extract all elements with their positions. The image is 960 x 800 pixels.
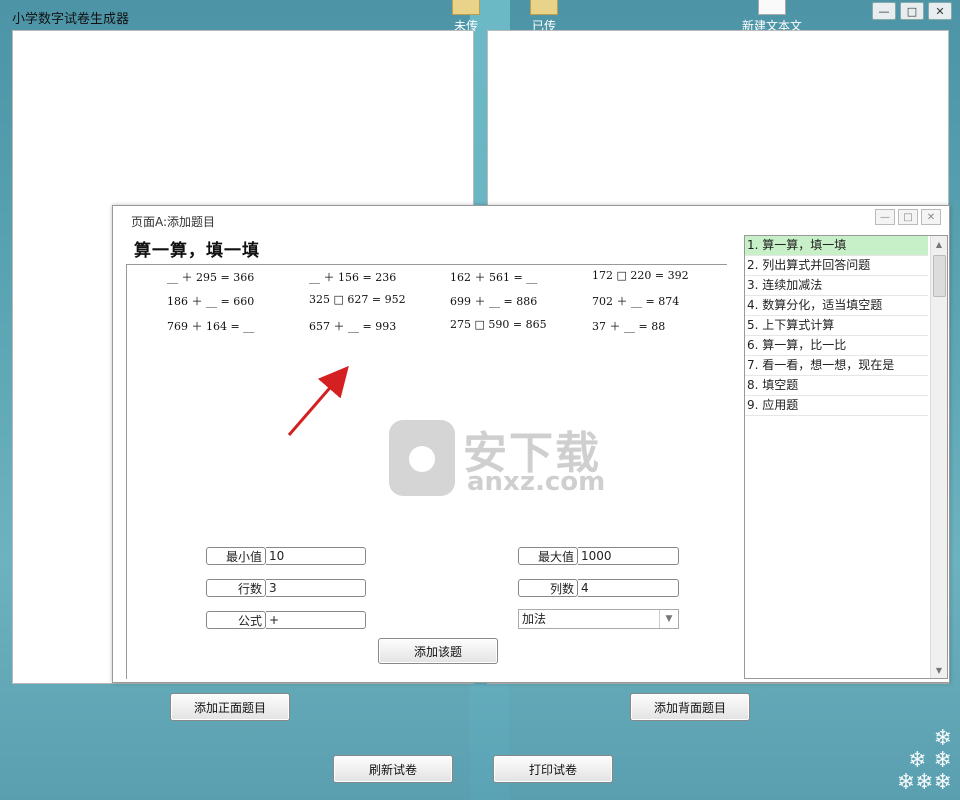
scroll-down-icon[interactable]: ▼: [931, 662, 947, 678]
folder-icon: [530, 0, 558, 15]
maximize-button[interactable]: □: [900, 2, 924, 20]
close-button[interactable]: ✕: [928, 2, 952, 20]
min-value-input[interactable]: 10: [266, 547, 366, 565]
equation: 172 □ 220 = 392: [592, 269, 689, 282]
section-title: 算一算，填一填: [134, 241, 260, 261]
formula-label: 公式: [206, 611, 266, 629]
max-value-input[interactable]: 1000: [578, 547, 679, 565]
refresh-paper-button[interactable]: 刷新试卷: [333, 755, 453, 783]
equation: 162 ＋ 561 = __: [450, 271, 538, 284]
list-item[interactable]: 3. 连续加减法: [745, 276, 928, 296]
add-question-dialog: 页面A:添加题目 — □ ✕ 算一算，填一填 __ ＋ 295 = 366 __…: [112, 205, 950, 683]
list-item[interactable]: 1. 算一算，填一填: [745, 236, 928, 256]
snowflake-decoration: ❄ ❄ ❄ ❄❄❄: [896, 726, 952, 795]
question-preview: __ ＋ 295 = 366 __ ＋ 156 = 236 162 ＋ 561 …: [126, 264, 727, 679]
equation: __ ＋ 156 = 236: [309, 271, 397, 284]
equation: 699 ＋ __ = 886: [450, 295, 538, 308]
operation-select[interactable]: 加法 ▼: [518, 609, 679, 629]
equation: 702 ＋ __ = 874: [592, 295, 680, 308]
equation: 769 ＋ 164 = __: [167, 320, 255, 333]
equation: 275 □ 590 = 865: [450, 318, 547, 331]
app-title: 小学数字试卷生成器: [12, 12, 130, 27]
operation-selected-value: 加法: [522, 612, 547, 626]
rows-input[interactable]: 3: [266, 579, 366, 597]
list-item[interactable]: 7. 看一看，想一想，现在是: [745, 356, 928, 376]
rows-label: 行数: [206, 579, 266, 597]
formula-input[interactable]: +: [266, 611, 366, 629]
dialog-close-button[interactable]: ✕: [921, 209, 941, 225]
min-value-label: 最小值: [206, 547, 266, 565]
list-item[interactable]: 8. 填空题: [745, 376, 928, 396]
watermark-domain: anxz.com: [467, 467, 606, 497]
dialog-maximize-button[interactable]: □: [898, 209, 918, 225]
desktop-icon-textfile[interactable]: 新建文本文: [742, 0, 802, 34]
scroll-up-icon[interactable]: ▲: [931, 236, 947, 252]
columns-label: 列数: [518, 579, 578, 597]
equation: __ ＋ 295 = 366: [167, 271, 255, 284]
folder-icon: [452, 0, 480, 15]
watermark-logo-icon: [389, 420, 455, 496]
add-front-question-button[interactable]: 添加正面题目: [170, 693, 290, 721]
list-scrollbar[interactable]: ▲ ▼: [930, 236, 947, 678]
dialog-window-controls: — □ ✕: [875, 209, 941, 225]
dialog-minimize-button[interactable]: —: [875, 209, 895, 225]
minimize-button[interactable]: —: [872, 2, 896, 20]
annotation-arrow-icon: [287, 365, 349, 436]
dialog-title: 页面A:添加题目: [131, 215, 216, 229]
add-this-question-button[interactable]: 添加该题: [378, 638, 498, 664]
print-paper-button[interactable]: 打印试卷: [493, 755, 613, 783]
chevron-down-icon[interactable]: ▼: [659, 610, 678, 628]
scroll-thumb[interactable]: [933, 255, 946, 297]
list-item[interactable]: 5. 上下算式计算: [745, 316, 928, 336]
desktop-icon-folder[interactable]: 未传: [452, 0, 480, 34]
list-item[interactable]: 9. 应用题: [745, 396, 928, 416]
equation: 657 ＋ __ = 993: [309, 320, 397, 333]
equation: 325 □ 627 = 952: [309, 293, 406, 306]
window-controls: — □ ✕: [872, 2, 952, 20]
question-type-list[interactable]: 1. 算一算，填一填 2. 列出算式并回答问题 3. 连续加减法 4. 数算分化…: [744, 235, 948, 679]
list-item[interactable]: 6. 算一算，比一比: [745, 336, 928, 356]
desktop-icon-folder[interactable]: 已传: [530, 0, 558, 34]
equation: 186 ＋ __ = 660: [167, 295, 255, 308]
title-bar: 小学数字试卷生成器 未传 已传 新建文本文 — □ ✕: [0, 0, 960, 33]
list-item[interactable]: 2. 列出算式并回答问题: [745, 256, 928, 276]
columns-input[interactable]: 4: [578, 579, 679, 597]
max-value-label: 最大值: [518, 547, 578, 565]
equation: 37 ＋ __ = 88: [592, 320, 666, 333]
text-file-icon: [758, 0, 786, 15]
add-back-question-button[interactable]: 添加背面题目: [630, 693, 750, 721]
list-item[interactable]: 4. 数算分化，适当填空题: [745, 296, 928, 316]
